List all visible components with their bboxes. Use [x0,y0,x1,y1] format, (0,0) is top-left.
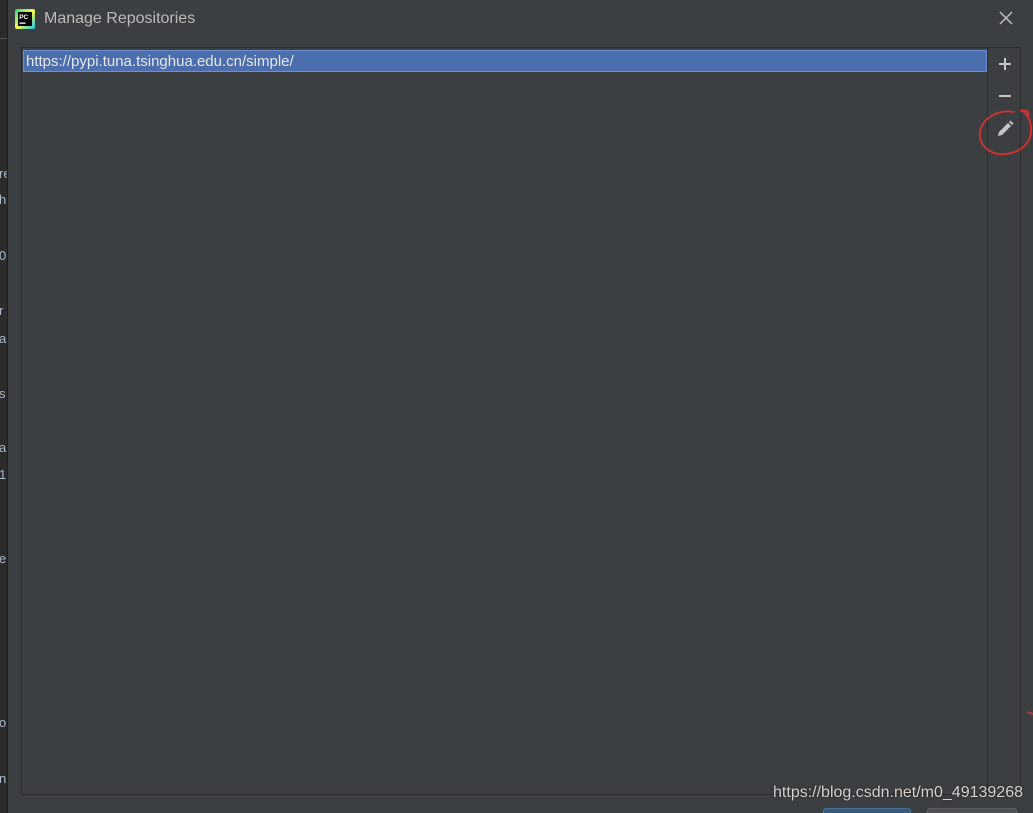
background-text-fragment: a [0,441,6,455]
pencil-icon[interactable] [994,118,1016,140]
background-text-fragment: o [0,716,6,730]
background-text-fragment: 0 [0,249,6,263]
svg-text:PC: PC [19,14,28,21]
list-item[interactable]: https://pypi.tuna.tsinghua.edu.cn/simple… [23,50,987,72]
dialog-titlebar[interactable]: PC Manage Repositories [8,0,1033,40]
background-text-fragment: a [0,332,6,346]
background-text-fragment: 1 [0,468,6,482]
ok-button[interactable] [823,808,911,813]
repository-url: https://pypi.tuna.tsinghua.edu.cn/simple… [26,53,294,70]
background-text-fragment: e [0,552,6,566]
background-divider [0,38,7,39]
background-window: re h 0 r a s a 1 e o n [0,0,8,813]
watermark: https://blog.csdn.net/m0_49139268 [773,784,1023,801]
background-text-fragment: n [0,772,6,786]
background-text-fragment: re [0,167,7,181]
background-text-fragment: s [0,387,6,401]
background-text-fragment: r [0,304,3,318]
plus-icon[interactable] [994,53,1016,75]
screen: re h 0 r a s a 1 e o n PC Manage Reposit… [0,0,1033,813]
cancel-button[interactable] [927,808,1017,813]
annotation-mark [1026,711,1033,715]
background-text-fragment: h [0,193,6,207]
pycharm-logo-icon: PC [15,9,35,29]
dialog-title: Manage Repositories [44,10,196,27]
repository-list[interactable]: https://pypi.tuna.tsinghua.edu.cn/simple… [21,47,988,795]
list-toolbar [988,47,1021,795]
close-icon[interactable] [996,8,1016,28]
minus-icon[interactable] [994,85,1016,107]
